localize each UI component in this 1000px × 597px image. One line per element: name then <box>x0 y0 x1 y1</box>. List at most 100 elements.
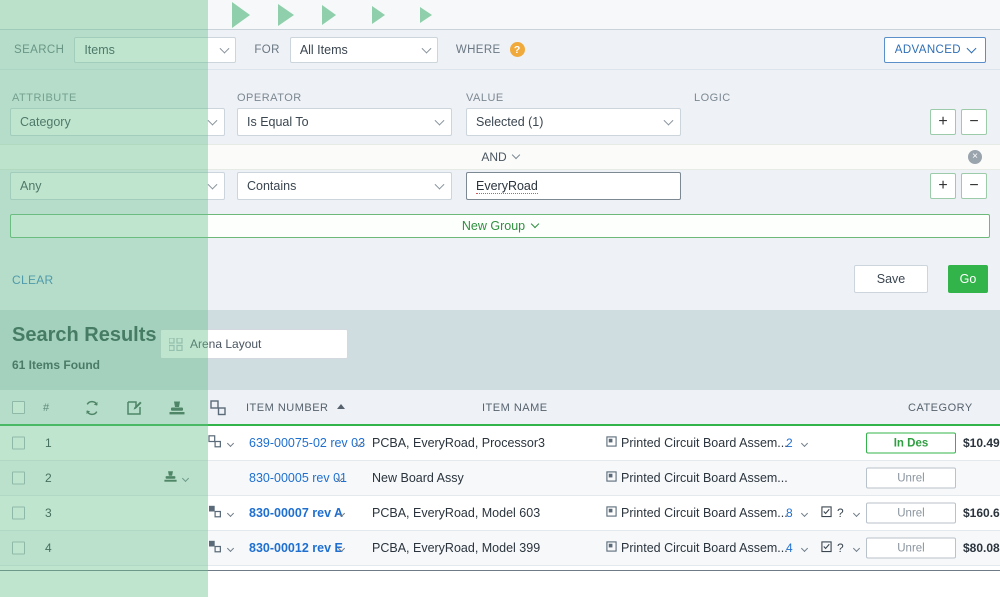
layout-select[interactable]: Arena Layout <box>160 329 348 359</box>
category-text: Printed Circuit Board Assem... <box>621 506 788 520</box>
for-label: FOR <box>254 43 280 56</box>
results-header: Search Results 61 Items Found Arena Layo… <box>0 310 1000 390</box>
status-badge-label: Unrel <box>897 472 925 484</box>
add-criteria-button[interactable]: + <box>930 173 956 199</box>
row-number-column-label: # <box>43 402 50 414</box>
search-type-value: Items <box>84 42 115 57</box>
chevron-down-icon <box>966 43 977 53</box>
where-label: WHERE <box>455 43 501 56</box>
row-checkbox[interactable] <box>12 471 25 485</box>
document-icon <box>606 506 617 520</box>
chevron-down-icon[interactable] <box>852 509 861 518</box>
help-icon[interactable]: ? <box>509 42 525 57</box>
play-arrow-icon <box>372 5 385 24</box>
hierarchy-nodes-icon[interactable] <box>208 435 235 451</box>
refresh-icon[interactable] <box>84 400 100 416</box>
item-number-column-label[interactable]: ITEM NUMBER <box>246 402 346 414</box>
advanced-button[interactable]: ADVANCED <box>883 37 986 63</box>
operator-select[interactable]: Contains <box>237 172 452 200</box>
unknown-marker: ? <box>837 506 844 520</box>
chevron-down-icon <box>663 115 674 126</box>
status-badge-label: In Des <box>893 437 929 449</box>
status-badge[interactable]: Unrel <box>866 502 956 524</box>
status-badge[interactable]: Unrel <box>866 537 956 559</box>
value-text-input[interactable]: EveryRoad <box>466 172 681 200</box>
new-group-button[interactable]: New Group <box>10 214 990 238</box>
category-text: Printed Circuit Board Assem... <box>621 471 788 485</box>
add-criteria-label: + <box>938 113 948 130</box>
save-button[interactable]: Save <box>854 265 928 293</box>
price-text: $160.65 <box>963 506 1000 520</box>
item-number-link[interactable]: 830-00007 rev A <box>249 506 343 520</box>
related-count-link[interactable]: 4 <box>786 541 793 555</box>
hierarchy-nodes-icon[interactable] <box>208 540 235 556</box>
search-type-select[interactable]: Items <box>74 36 237 63</box>
value-select[interactable]: Selected (1) <box>466 108 681 136</box>
attribute-select[interactable]: Category <box>10 108 225 136</box>
edit-document-icon[interactable] <box>126 400 142 416</box>
document-icon <box>606 471 617 485</box>
table-row[interactable]: 4 830-00012 rev E PCBA, EveryRoad, Model… <box>0 531 1000 566</box>
related-count-link[interactable]: 8 <box>786 506 793 520</box>
clipboard-icon[interactable] <box>821 541 832 556</box>
new-group-label: New Group <box>461 219 526 233</box>
search-bar: SEARCH Items FOR All Items WHERE ? ADVAN… <box>0 30 1000 70</box>
chevron-down-icon[interactable] <box>852 544 861 553</box>
status-badge-label: Unrel <box>897 542 925 554</box>
chevron-down-icon <box>530 219 540 229</box>
table-row[interactable]: 3 830-00007 rev A PCBA, EveryRoad, Model… <box>0 496 1000 531</box>
clipboard-icon[interactable] <box>821 506 832 521</box>
value-text: EveryRoad <box>476 178 538 194</box>
row-checkbox[interactable] <box>12 436 25 450</box>
play-arrow-icon <box>420 6 432 23</box>
chevron-down-icon[interactable] <box>800 544 809 553</box>
attribute-select[interactable]: Any <box>10 172 225 200</box>
remove-criteria-label: − <box>969 113 979 130</box>
remove-criteria-button[interactable]: − <box>961 173 987 199</box>
hierarchy-nodes-icon[interactable] <box>208 505 235 521</box>
chevron-down-icon <box>219 43 230 54</box>
add-criteria-button[interactable]: + <box>930 109 956 135</box>
row-checkbox[interactable] <box>12 541 25 555</box>
item-name-text: PCBA, EveryRoad, Processor3 <box>372 436 545 450</box>
logic-and-row[interactable]: AND × <box>0 144 1000 170</box>
for-scope-select[interactable]: All Items <box>289 36 438 63</box>
item-name-column-label[interactable]: ITEM NAME <box>482 402 548 414</box>
go-button[interactable]: Go <box>948 265 988 293</box>
stamp-icon[interactable] <box>168 400 186 416</box>
row-number: 4 <box>45 541 52 555</box>
hierarchy-nodes-icon[interactable] <box>210 400 228 416</box>
item-number-link[interactable]: 830-00005 rev 01 <box>249 471 347 485</box>
sort-ascending-icon <box>337 404 346 409</box>
document-icon <box>606 541 617 555</box>
operator-select[interactable]: Is Equal To <box>237 108 452 136</box>
row-checkbox[interactable] <box>12 506 25 520</box>
remove-criteria-button[interactable]: − <box>961 109 987 135</box>
item-number-column-text: ITEM NUMBER <box>246 402 329 414</box>
for-scope-value: All Items <box>299 42 348 57</box>
stamp-icon[interactable] <box>163 470 190 486</box>
clear-link[interactable]: CLEAR <box>12 273 54 287</box>
app-root: SEARCH Items FOR All Items WHERE ? ADVAN… <box>0 0 1000 597</box>
select-all-checkbox[interactable] <box>12 401 25 414</box>
table-row[interactable]: 1 639-00075-02 rev 03 PCBA, EveryRoad, P… <box>0 426 1000 461</box>
item-number-link[interactable]: 639-00075-02 rev 03 <box>249 436 365 450</box>
table-row[interactable]: 2 830-00005 rev 01 New Board Assy Printe… <box>0 461 1000 496</box>
results-count: 61 Items Found <box>12 358 101 372</box>
related-count-link[interactable]: 2 <box>786 436 793 450</box>
status-badge[interactable]: Unrel <box>866 467 956 489</box>
close-circle-icon[interactable]: × <box>968 150 982 164</box>
item-number-link[interactable]: 830-00012 rev E <box>249 541 343 555</box>
chevron-down-icon <box>434 179 445 190</box>
criteria-row: Any Contains EveryRoad + − <box>0 172 1000 206</box>
chevron-down-icon[interactable] <box>800 509 809 518</box>
category-text: Printed Circuit Board Assem... <box>621 541 788 555</box>
grid-layout-icon <box>169 337 183 351</box>
table-header-row: # ITEM NUMBER ITEM NAME CATEGORY <box>0 390 1000 426</box>
chevron-down-icon[interactable] <box>800 439 809 448</box>
price-text: $10.498 <box>963 436 1000 450</box>
category-column-label[interactable]: CATEGORY <box>908 402 973 414</box>
status-badge[interactable]: In Des <box>866 432 956 454</box>
price-text: $80.089 <box>963 541 1000 555</box>
value-value: Selected (1) <box>476 115 544 129</box>
